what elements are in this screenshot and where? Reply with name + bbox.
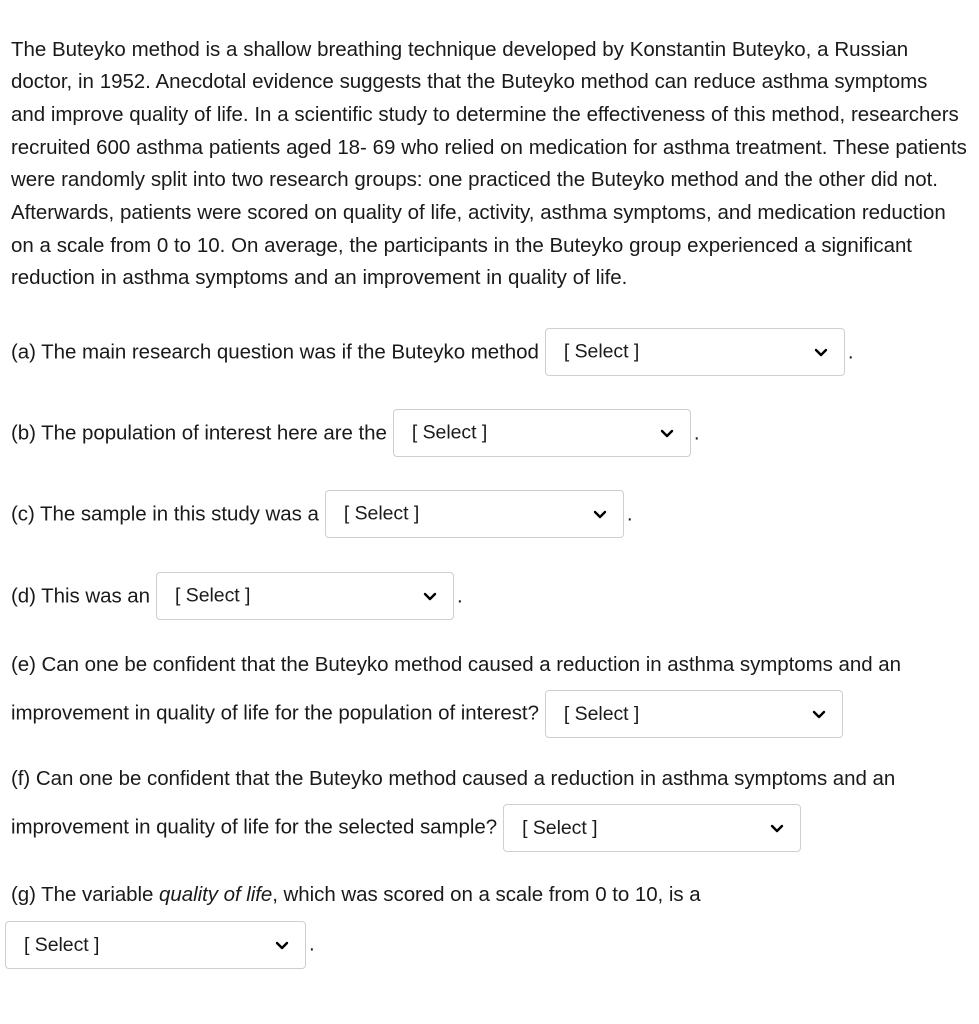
- question-d-select[interactable]: [ Select ]: [156, 572, 455, 620]
- chevron-down-icon: [275, 938, 289, 952]
- chevron-down-icon: [812, 707, 826, 721]
- question-d-label: (d) This was an: [11, 584, 151, 608]
- question-f-select-value: [ Select ]: [522, 816, 598, 839]
- intro-paragraph: The Buteyko method is a shallow breathin…: [11, 37, 967, 290]
- question-c-label: (c) The sample in this study was a: [11, 502, 319, 526]
- question-row-d: (d) This was an [ Select ] .: [11, 572, 463, 620]
- question-d-period: .: [457, 584, 463, 608]
- question-g-select[interactable]: [ Select ]: [5, 920, 306, 969]
- question-row-e: (e) Can one be confident that the Buteyk…: [11, 645, 971, 742]
- question-row-a: (a) The main research question was if th…: [11, 328, 854, 376]
- question-e-line2: improvement in quality of life for the p…: [11, 701, 539, 725]
- question-g-line1: (g) The variable quality of life, which …: [11, 874, 971, 916]
- chevron-down-icon: [593, 507, 607, 521]
- question-row-c: (c) The sample in this study was a [ Sel…: [11, 490, 633, 538]
- question-row-g: (g) The variable quality of life, which …: [5, 874, 971, 973]
- question-g-variable-name: quality of life: [159, 883, 273, 906]
- question-row-b: (b) The population of interest here are …: [11, 409, 700, 457]
- question-f-line1: (f) Can one be confident that the Buteyk…: [11, 767, 896, 790]
- question-c-select-value: [ Select ]: [343, 502, 420, 525]
- question-f-line2: improvement in quality of life for the s…: [11, 815, 498, 839]
- question-g-line1-pre: (g) The variable: [11, 883, 160, 906]
- question-e-select[interactable]: [ Select ]: [544, 689, 843, 738]
- question-b-period: .: [693, 421, 700, 445]
- chevron-down-icon: [814, 345, 828, 359]
- question-g-select-value: [ Select ]: [24, 933, 100, 956]
- question-c-period: .: [626, 502, 633, 526]
- question-row-f: (f) Can one be confident that the Buteyk…: [11, 759, 971, 856]
- question-g-line2-wrapper: [ Select ] .: [5, 916, 971, 973]
- question-c-select[interactable]: [ Select ]: [324, 490, 624, 538]
- question-b-label: (b) The population of interest here are …: [11, 421, 387, 445]
- question-b-select[interactable]: [ Select ]: [392, 409, 691, 457]
- chevron-down-icon: [423, 589, 437, 603]
- question-a-label: (a) The main research question was if th…: [11, 340, 539, 364]
- question-f-select[interactable]: [ Select ]: [503, 803, 802, 852]
- question-a-select-value: [ Select ]: [563, 340, 640, 363]
- question-a-period: .: [847, 340, 854, 364]
- question-page: The Buteyko method is a shallow breathin…: [0, 0, 979, 1024]
- question-e-line1: (e) Can one be confident that the Buteyk…: [11, 653, 901, 676]
- question-b-select-value: [ Select ]: [411, 421, 488, 444]
- chevron-down-icon: [660, 426, 674, 440]
- question-g-line1-post: , which was scored on a scale from 0 to …: [272, 883, 701, 906]
- question-d-select-value: [ Select ]: [175, 584, 251, 607]
- question-e-line2-wrapper: improvement in quality of life for the p…: [11, 685, 971, 742]
- question-a-select[interactable]: [ Select ]: [544, 328, 845, 376]
- question-e-select-value: [ Select ]: [563, 702, 640, 725]
- question-g-period: .: [309, 932, 315, 956]
- chevron-down-icon: [770, 821, 784, 835]
- question-f-line2-wrapper: improvement in quality of life for the s…: [11, 799, 971, 856]
